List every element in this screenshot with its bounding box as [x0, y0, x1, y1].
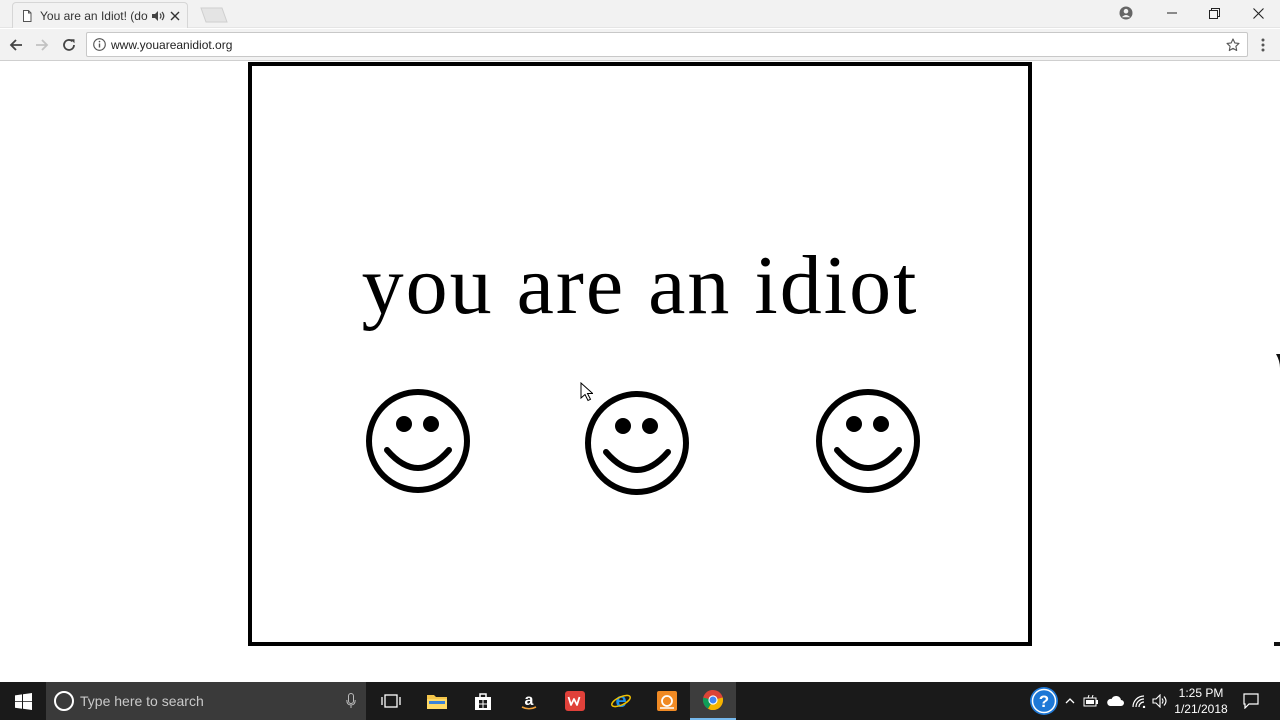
start-button[interactable]: [0, 682, 46, 720]
taskbar: Type here to search a e ? 1:25 PM 1/21/2…: [0, 682, 1280, 720]
volume-button[interactable]: [1150, 682, 1170, 720]
site-info-icon[interactable]: [87, 33, 111, 56]
wps-office-button[interactable]: [552, 682, 598, 720]
page-viewport: you are an idiot: [0, 62, 1280, 682]
battery-icon: [1083, 695, 1098, 707]
page-icon: [21, 9, 33, 22]
clock-date: 1/21/2018: [1174, 702, 1228, 716]
wifi-button[interactable]: [1128, 682, 1150, 720]
chevron-up-icon: [1065, 698, 1075, 704]
microphone-icon[interactable]: [336, 682, 366, 720]
back-arrow-icon: [9, 39, 22, 51]
forward-arrow-icon: [36, 39, 49, 51]
notification-icon: [1243, 693, 1259, 709]
page-headline: you are an idiot: [361, 239, 919, 332]
tab-strip: You are an Idiot! (dot: [0, 0, 1280, 28]
battery-button[interactable]: [1080, 682, 1102, 720]
reload-icon: [63, 39, 75, 51]
browser-menu-button[interactable]: [1256, 33, 1270, 57]
windows-logo-icon: [14, 692, 32, 710]
restore-icon: [1208, 7, 1220, 19]
onedrive-button[interactable]: [1104, 682, 1126, 720]
more-vert-icon: [1261, 38, 1265, 52]
store-bag-icon: [475, 693, 491, 710]
internet-explorer-icon: e: [611, 690, 631, 712]
reload-button[interactable]: [57, 33, 81, 57]
smiley-face-icon: [585, 391, 689, 495]
file-explorer-button[interactable]: [414, 682, 460, 720]
media-app-button[interactable]: [644, 682, 690, 720]
restore-button[interactable]: [1192, 0, 1236, 26]
show-hidden-icons-button[interactable]: [1062, 682, 1078, 720]
svg-text:a: a: [525, 692, 534, 709]
close-tab-icon[interactable]: [169, 10, 181, 22]
smiley-face-icon: [366, 389, 470, 493]
taskbar-search[interactable]: Type here to search: [46, 682, 366, 720]
bookmark-star-icon[interactable]: [1219, 33, 1247, 56]
profile-button[interactable]: [1104, 0, 1148, 26]
onedrive-cloud-icon: [1107, 695, 1124, 706]
chrome-icon: [702, 690, 724, 711]
profile-icon: [1119, 6, 1133, 20]
clock-time: 1:25 PM: [1178, 686, 1224, 700]
internet-explorer-button[interactable]: e: [598, 682, 644, 720]
audio-playing-icon[interactable]: [151, 10, 165, 22]
smiley-face-icon: [816, 389, 920, 493]
svg-text:e: e: [615, 690, 626, 712]
back-button[interactable]: [4, 33, 28, 57]
task-view-button[interactable]: [368, 682, 414, 720]
task-view-icon: [381, 694, 401, 708]
minimize-button[interactable]: [1150, 0, 1194, 26]
new-tab-button[interactable]: [196, 7, 228, 23]
forward-button[interactable]: [30, 33, 54, 57]
wifi-icon: [1132, 695, 1146, 708]
edge-artifact: [1276, 354, 1280, 368]
help-button[interactable]: ?: [1026, 682, 1062, 720]
address-bar[interactable]: www.youareanidiot.org: [86, 32, 1248, 57]
close-window-button[interactable]: [1236, 0, 1280, 26]
edge-artifact: [1274, 642, 1280, 646]
browser-tab[interactable]: You are an Idiot! (dot: [12, 2, 188, 28]
folder-icon: [427, 695, 447, 709]
help-question-icon: ?: [1030, 687, 1058, 715]
minimize-icon: [1167, 12, 1177, 14]
mouse-cursor-icon: [580, 382, 593, 402]
svg-text:?: ?: [1039, 692, 1049, 711]
idiot-window: you are an idiot: [248, 62, 1032, 646]
close-icon: [1252, 7, 1264, 19]
browser-toolbar: www.youareanidiot.org: [0, 29, 1280, 61]
store-button[interactable]: [460, 682, 506, 720]
chrome-button[interactable]: [690, 682, 736, 720]
search-placeholder[interactable]: Type here to search: [80, 693, 336, 709]
action-center-button[interactable]: [1236, 682, 1266, 720]
tab-title: You are an Idiot! (dot: [40, 8, 148, 23]
amazon-button[interactable]: a: [506, 682, 552, 720]
cortana-icon[interactable]: [54, 691, 74, 711]
url-text[interactable]: www.youareanidiot.org: [111, 38, 1219, 52]
speaker-icon: [1152, 694, 1167, 708]
amazon-icon: a: [521, 692, 537, 710]
taskbar-clock[interactable]: 1:25 PM 1/21/2018: [1170, 685, 1232, 717]
wps-office-icon: [565, 691, 585, 711]
media-app-icon: [657, 691, 677, 711]
